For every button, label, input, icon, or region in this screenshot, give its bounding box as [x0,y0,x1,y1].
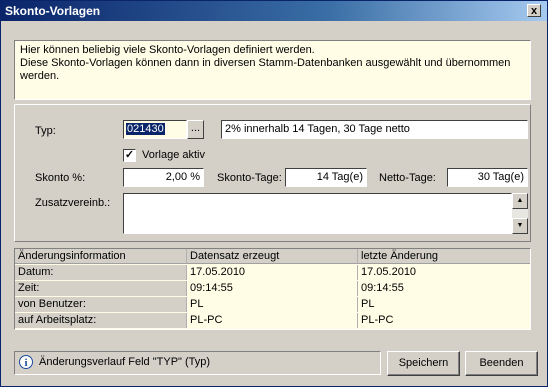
dialog-window: Skonto-Vorlagen x Hier können beliebig v… [0,0,548,387]
row-label: von Benutzer: [15,297,187,312]
window-title: Skonto-Vorlagen [5,4,101,18]
row-created: PL-PC [187,313,358,328]
grid-header-modified: letzte Änderung [358,249,530,264]
status-bar: i Änderungsverlauf Feld "TYP" (Typ) [14,351,381,375]
info-line-2: Diese Skonto-Vorlagen können dann in div… [20,57,511,82]
typ-browse-button[interactable]: ... [187,120,204,139]
save-button-label: Speichern [398,357,449,369]
netto-tage-label: Netto-Tage: [379,172,436,184]
skonto-pct-input[interactable]: 2,00 % [123,168,204,187]
row-modified: 09:14:55 [361,282,404,294]
row-created: PL [187,297,358,312]
grid-header-created: Datensatz erzeugt [187,249,358,264]
skonto-tage-label: Skonto-Tage: [217,172,282,184]
grid-header-row: Änderungsinformation Datensatz erzeugt l… [15,249,530,264]
info-icon: i [19,355,33,369]
grid-header-info: Änderungsinformation [15,249,187,264]
title-bar[interactable]: Skonto-Vorlagen x [1,1,547,21]
netto-tage-value: 30 Tag(e) [477,171,524,183]
typ-label: Typ: [35,125,56,137]
skonto-pct-value: 2,00 % [165,171,200,183]
form-panel: Typ: 021430 ... 2% innerhalb 14 Tagen, 3… [14,104,531,242]
zusatz-label: Zusatzvereinb.: [35,197,111,209]
row-modified: 17.05.2010 [361,266,417,278]
typ-value: 021430 [126,123,165,135]
table-row: Zeit: 09:14:55 09:14:55 [15,281,530,296]
row-created: 17.05.2010 [187,265,358,280]
active-checkbox[interactable]: ✓ [123,149,136,162]
exit-button[interactable]: Beenden [465,351,538,376]
close-button[interactable]: x [527,4,541,17]
scroll-down-button[interactable]: ▼ [512,218,528,234]
status-text: Änderungsverlauf Feld "TYP" (Typ) [39,356,211,368]
typ-input[interactable]: 021430 [123,120,187,139]
description-value: 2% innerhalb 14 Tagen, 30 Tage netto [225,123,410,135]
info-text-box: Hier können beliebig viele Skonto-Vorlag… [14,40,531,100]
row-label: Datum: [15,265,187,280]
row-modified: PL [361,298,375,310]
close-icon: x [530,5,538,17]
skonto-pct-label: Skonto %: [35,172,86,184]
exit-button-label: Beenden [479,357,524,369]
skonto-tage-input[interactable]: 14 Tag(e) [285,168,367,187]
row-label: auf Arbeitsplatz: [15,313,187,328]
netto-tage-input[interactable]: 30 Tag(e) [447,168,528,187]
zusatz-scrollbar[interactable]: ▲ ▼ [512,193,528,234]
table-row: Datum: 17.05.2010 17.05.2010 [15,265,530,280]
ellipsis-icon: ... [190,122,201,134]
arrow-down-icon: ▼ [516,222,524,229]
table-row: von Benutzer: PL PL [15,297,530,312]
row-modified: PL-PC [361,314,394,326]
info-line-1: Hier können beliebig viele Skonto-Vorlag… [20,44,315,56]
checkmark-icon: ✓ [124,149,135,161]
save-button[interactable]: Speichern [387,351,460,376]
table-row: auf Arbeitsplatz: PL-PC PL-PC [15,313,530,328]
skonto-tage-value: 14 Tag(e) [316,171,363,183]
arrow-up-icon: ▲ [516,197,524,204]
zusatz-textarea[interactable] [123,193,512,234]
row-created: 09:14:55 [187,281,358,296]
scroll-up-button[interactable]: ▲ [512,193,528,209]
description-input[interactable]: 2% innerhalb 14 Tagen, 30 Tage netto [221,120,528,139]
row-label: Zeit: [15,281,187,296]
change-info-grid: Änderungsinformation Datensatz erzeugt l… [14,248,531,330]
active-label: Vorlage aktiv [142,149,205,161]
